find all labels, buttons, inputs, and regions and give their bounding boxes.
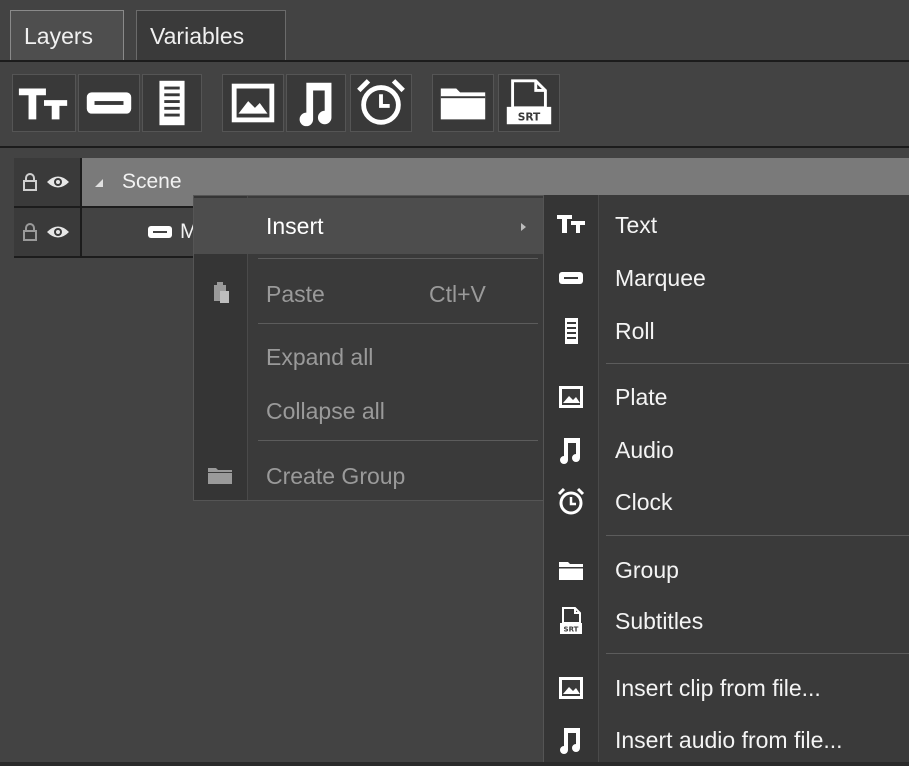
submenu-item-label: Group xyxy=(615,557,679,583)
toolbar: SRT xyxy=(0,62,909,148)
menu-item-paste[interactable]: Paste Ctl+V xyxy=(194,266,544,322)
submenu-item-label: Text xyxy=(615,212,658,238)
clock-icon xyxy=(357,79,405,125)
submenu-item-plate[interactable]: Plate xyxy=(544,371,909,423)
toolbar-subtitles-button[interactable]: SRT xyxy=(498,74,560,132)
tab-bar: Layers Variables xyxy=(0,0,909,62)
submenu-item-label: Marquee xyxy=(615,265,706,291)
folder-icon xyxy=(208,468,232,484)
menu-item-label: Paste xyxy=(266,281,325,307)
toolbar-group-button[interactable] xyxy=(432,74,494,132)
insert-submenu: Text Marquee Roll Plate Audio Clock Grou… xyxy=(543,195,909,762)
submenu-item-label: Plate xyxy=(615,384,668,410)
roll-icon xyxy=(565,318,578,344)
submenu-item-insert-clip[interactable]: Insert clip from file... xyxy=(544,662,909,714)
menu-item-collapse-all[interactable]: Collapse all xyxy=(194,383,544,439)
submenu-item-label: Clock xyxy=(615,489,673,515)
clock-icon xyxy=(557,487,585,515)
audio-icon xyxy=(560,438,580,464)
submenu-item-marquee[interactable]: Marquee xyxy=(544,252,909,304)
group-icon xyxy=(559,562,583,580)
triangle-down-icon[interactable] xyxy=(94,178,104,188)
submenu-item-audio[interactable]: Audio xyxy=(544,424,909,476)
tab-variables[interactable]: Variables xyxy=(136,10,286,60)
submenu-item-label: Insert audio from file... xyxy=(615,727,843,753)
toolbar-plate-button[interactable] xyxy=(222,74,284,132)
lock-icon[interactable] xyxy=(22,222,38,242)
menu-separator xyxy=(258,323,538,324)
toolbar-audio-button[interactable] xyxy=(286,74,346,132)
menu-item-create-group[interactable]: Create Group xyxy=(194,448,544,504)
submenu-arrow-icon xyxy=(521,223,526,231)
submenu-item-roll[interactable]: Roll xyxy=(544,305,909,357)
submenu-item-clock[interactable]: Clock xyxy=(544,476,909,528)
group-icon xyxy=(440,88,486,120)
submenu-item-label: Subtitles xyxy=(615,608,704,634)
marquee-icon xyxy=(148,226,172,238)
submenu-item-label: Audio xyxy=(615,437,674,463)
plate-icon xyxy=(231,83,275,123)
menu-item-label: Expand all xyxy=(266,344,374,370)
tab-layers[interactable]: Layers xyxy=(10,10,124,62)
svg-text:SRT: SRT xyxy=(564,626,579,634)
eye-icon[interactable] xyxy=(46,174,70,190)
menu-item-label: Collapse all xyxy=(266,398,385,424)
svg-text:SRT: SRT xyxy=(518,110,541,123)
submenu-separator xyxy=(606,363,909,364)
text-icon xyxy=(557,215,585,233)
audio-icon xyxy=(560,728,580,754)
layer-controls xyxy=(14,208,82,258)
subtitles-icon: SRT xyxy=(506,79,552,125)
toolbar-clock-button[interactable] xyxy=(350,74,412,132)
menu-item-expand-all[interactable]: Expand all xyxy=(194,329,544,385)
submenu-item-text[interactable]: Text xyxy=(544,199,909,251)
plate-icon xyxy=(559,677,583,699)
context-menu: Insert Paste Ctl+V Expand all Collapse a… xyxy=(193,195,545,501)
roll-icon xyxy=(159,80,185,126)
menu-item-label: Create Group xyxy=(266,463,406,489)
app-window: Layers Variables SRT Scene M Insert Past… xyxy=(0,0,909,762)
lock-icon[interactable] xyxy=(22,172,38,192)
plate-icon xyxy=(559,386,583,408)
toolbar-text-button[interactable] xyxy=(12,74,76,132)
paste-icon xyxy=(214,282,229,303)
submenu-item-group[interactable]: Group xyxy=(544,544,909,596)
submenu-item-subtitles[interactable]: SRT Subtitles xyxy=(544,595,909,647)
menu-item-shortcut: Ctl+V xyxy=(429,281,486,307)
submenu-item-label: Insert clip from file... xyxy=(615,675,821,701)
toolbar-marquee-button[interactable] xyxy=(78,74,140,132)
audio-icon xyxy=(299,82,332,127)
toolbar-roll-button[interactable] xyxy=(142,74,202,132)
submenu-separator xyxy=(606,653,909,654)
menu-item-insert[interactable]: Insert xyxy=(194,198,544,254)
eye-icon[interactable] xyxy=(46,224,70,240)
menu-separator xyxy=(258,440,538,441)
subtitles-icon: SRT xyxy=(560,607,582,634)
text-icon xyxy=(18,88,68,120)
marquee-icon xyxy=(559,272,583,284)
marquee-icon xyxy=(86,92,132,114)
layer-controls xyxy=(14,158,82,208)
submenu-item-label: Roll xyxy=(615,318,655,344)
menu-separator xyxy=(258,258,538,259)
submenu-separator xyxy=(606,535,909,536)
submenu-item-insert-audio[interactable]: Insert audio from file... xyxy=(544,714,909,766)
layer-label-scene: Scene xyxy=(122,170,182,193)
menu-item-label: Insert xyxy=(266,213,324,239)
